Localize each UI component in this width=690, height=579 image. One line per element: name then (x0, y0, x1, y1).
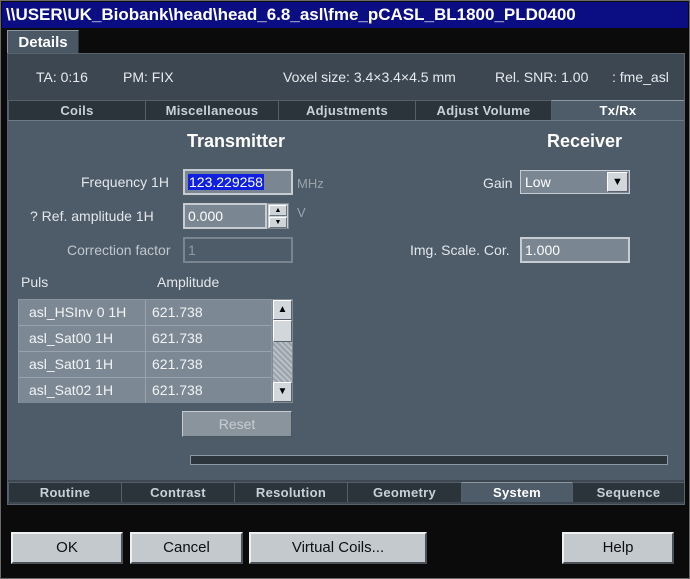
tab-adjust-volume[interactable]: Adjust Volume (415, 100, 551, 120)
scroll-down-icon[interactable]: ▼ (273, 382, 292, 402)
img-scale-cor-label: Img. Scale. Cor. (410, 242, 510, 258)
pulse-amplitude-cell[interactable]: 621.738 (146, 352, 271, 377)
pulse-table: asl_HSInv 0 1H 621.738 asl_Sat00 1H 621.… (18, 299, 272, 403)
pulse-name-cell: asl_HSInv 0 1H (19, 300, 146, 325)
reset-button[interactable]: Reset (182, 411, 292, 437)
correction-factor-label: Correction factor (67, 242, 171, 258)
ref-amplitude-input[interactable]: 0.000 (183, 203, 267, 229)
tab-routine[interactable]: Routine (8, 482, 121, 502)
gain-select[interactable]: Low ▼ (520, 170, 630, 194)
tab-details[interactable]: Details (7, 30, 79, 53)
frequency-value: 123.229258 (188, 174, 264, 190)
table-row[interactable]: asl_Sat02 1H 621.738 (19, 378, 271, 404)
pulse-name-cell: asl_Sat01 1H (19, 352, 146, 377)
stepper-down-icon[interactable]: ▼ (269, 217, 287, 228)
table-row[interactable]: asl_Sat01 1H 621.738 (19, 352, 271, 378)
tab-adjustments[interactable]: Adjustments (278, 100, 415, 120)
progress-bar (190, 455, 668, 465)
chevron-down-icon[interactable]: ▼ (607, 172, 628, 192)
window-title: \\USER\UK_Biobank\head\head_6.8_asl\fme_… (2, 2, 688, 28)
correction-factor-input: 1 (183, 237, 293, 263)
tx-rx-content: Transmitter Receiver Frequency 1H 123.22… (8, 120, 684, 480)
scroll-track[interactable] (273, 342, 292, 382)
tab-system[interactable]: System (461, 482, 572, 502)
tab-contrast[interactable]: Contrast (121, 482, 234, 502)
tab-sequence[interactable]: Sequence (572, 482, 684, 502)
ref-amplitude-stepper[interactable]: ▲ ▼ (267, 203, 289, 229)
help-button[interactable]: Help (562, 532, 674, 564)
upper-tab-bar: Coils Miscellaneous Adjustments Adjust V… (8, 100, 684, 120)
virtual-coils-button[interactable]: Virtual Coils... (249, 532, 427, 564)
tab-coils[interactable]: Coils (8, 100, 145, 120)
details-panel: TA: 0:16 PM: FIX Voxel size: 3.4×3.4×4.5… (7, 53, 685, 505)
scroll-thumb[interactable] (273, 320, 292, 342)
table-row[interactable]: asl_HSInv 0 1H 621.738 (19, 300, 271, 326)
pulse-table-scrollbar[interactable]: ▲ ▼ (272, 299, 293, 403)
frequency-label: Frequency 1H (81, 174, 169, 190)
stepper-up-icon[interactable]: ▲ (269, 205, 287, 216)
gain-value: Low (525, 174, 551, 190)
pulse-amplitude-cell[interactable]: 621.738 (146, 326, 271, 351)
cancel-button[interactable]: Cancel (130, 532, 243, 564)
pulse-amplitude-cell[interactable]: 621.738 (146, 300, 271, 325)
receiver-heading: Receiver (547, 131, 623, 151)
dialog-footer: OK Cancel Virtual Coils... Help (1, 505, 689, 578)
voxel-size-readout: Voxel size: 3.4×3.4×4.5 mm (283, 69, 456, 85)
pulse-name-cell: asl_Sat02 1H (19, 378, 146, 403)
table-row[interactable]: asl_Sat00 1H 621.738 (19, 326, 271, 352)
ref-amplitude-label: ? Ref. amplitude 1H (30, 208, 154, 224)
ta-readout: TA: 0:16 (36, 69, 88, 85)
info-bar: TA: 0:16 PM: FIX Voxel size: 3.4×3.4×4.5… (8, 54, 684, 100)
frequency-input[interactable]: 123.229258 (183, 169, 293, 195)
puls-column-header: Puls (21, 274, 49, 290)
tab-miscellaneous[interactable]: Miscellaneous (145, 100, 278, 120)
rel-snr-readout: Rel. SNR: 1.00 (495, 69, 589, 85)
tab-resolution[interactable]: Resolution (234, 482, 347, 502)
ok-button[interactable]: OK (11, 532, 123, 564)
frequency-unit: MHz (297, 176, 324, 191)
pm-readout: PM: FIX (123, 69, 174, 85)
pulse-amplitude-cell[interactable]: 621.738 (146, 378, 271, 403)
protocol-dialog: \\USER\UK_Biobank\head\head_6.8_asl\fme_… (0, 0, 690, 579)
scroll-up-icon[interactable]: ▲ (273, 300, 292, 320)
pulse-name-cell: asl_Sat00 1H (19, 326, 146, 351)
ref-amplitude-unit: V (297, 205, 306, 220)
tab-tx-rx[interactable]: Tx/Rx (551, 100, 684, 120)
tab-geometry[interactable]: Geometry (347, 482, 461, 502)
sequence-name-readout: : fme_asl (612, 69, 669, 85)
img-scale-cor-input[interactable]: 1.000 (520, 237, 630, 263)
amplitude-column-header: Amplitude (157, 274, 220, 290)
transmitter-heading: Transmitter (187, 131, 286, 151)
gain-label: Gain (483, 175, 513, 191)
lower-tab-bar: Routine Contrast Resolution Geometry Sys… (8, 482, 684, 502)
